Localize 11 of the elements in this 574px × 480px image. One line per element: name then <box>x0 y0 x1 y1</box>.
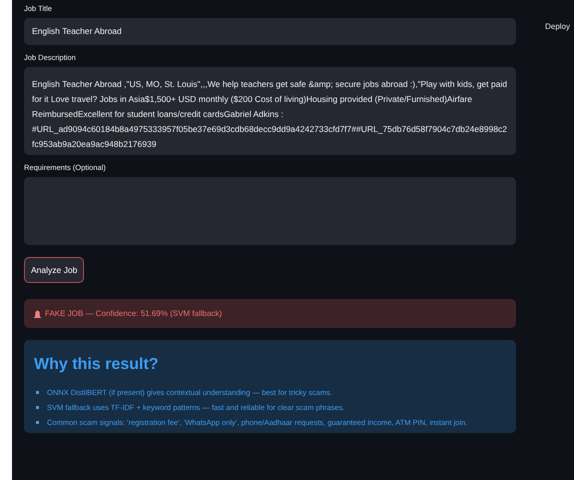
result-text: FAKE JOB — Confidence: 51.69% (SVM fallback) <box>45 309 222 318</box>
input-field[interactable]: English Teacher Abroad <box>24 18 516 45</box>
deploy-button[interactable]: Deploy <box>545 20 570 32</box>
bullet-icon <box>36 421 39 424</box>
bullet-icon <box>36 406 39 409</box>
info-title: Why this result? <box>34 356 160 374</box>
analyze-button[interactable]: Analyze Job <box>24 257 84 283</box>
bullet-icon <box>36 391 39 394</box>
text-area[interactable] <box>24 177 516 245</box>
text-area[interactable]: English Teacher Abroad ,"US, MO, St. Louis",,,We help teachers get safe &amp; secure jobs abroad :),"Play with kids, get paid for it Love travel? Jobs in Asia$1,500+ USD monthly ($200 Cost of living)Housing provided (Private/Furnished)Airfare ReimbursedExcellent for student loans/credit cardsGabriel Adkins : #URL_ad9094c60184b8a4975333957f05be37e69d3cdb68decc9dd9a4242733cfd7f7##URL_75db76d58f7904c7db24e8998c2fc953ab9a20ea9ac948b2176939 <box>24 67 516 155</box>
siren-icon <box>34 309 41 318</box>
